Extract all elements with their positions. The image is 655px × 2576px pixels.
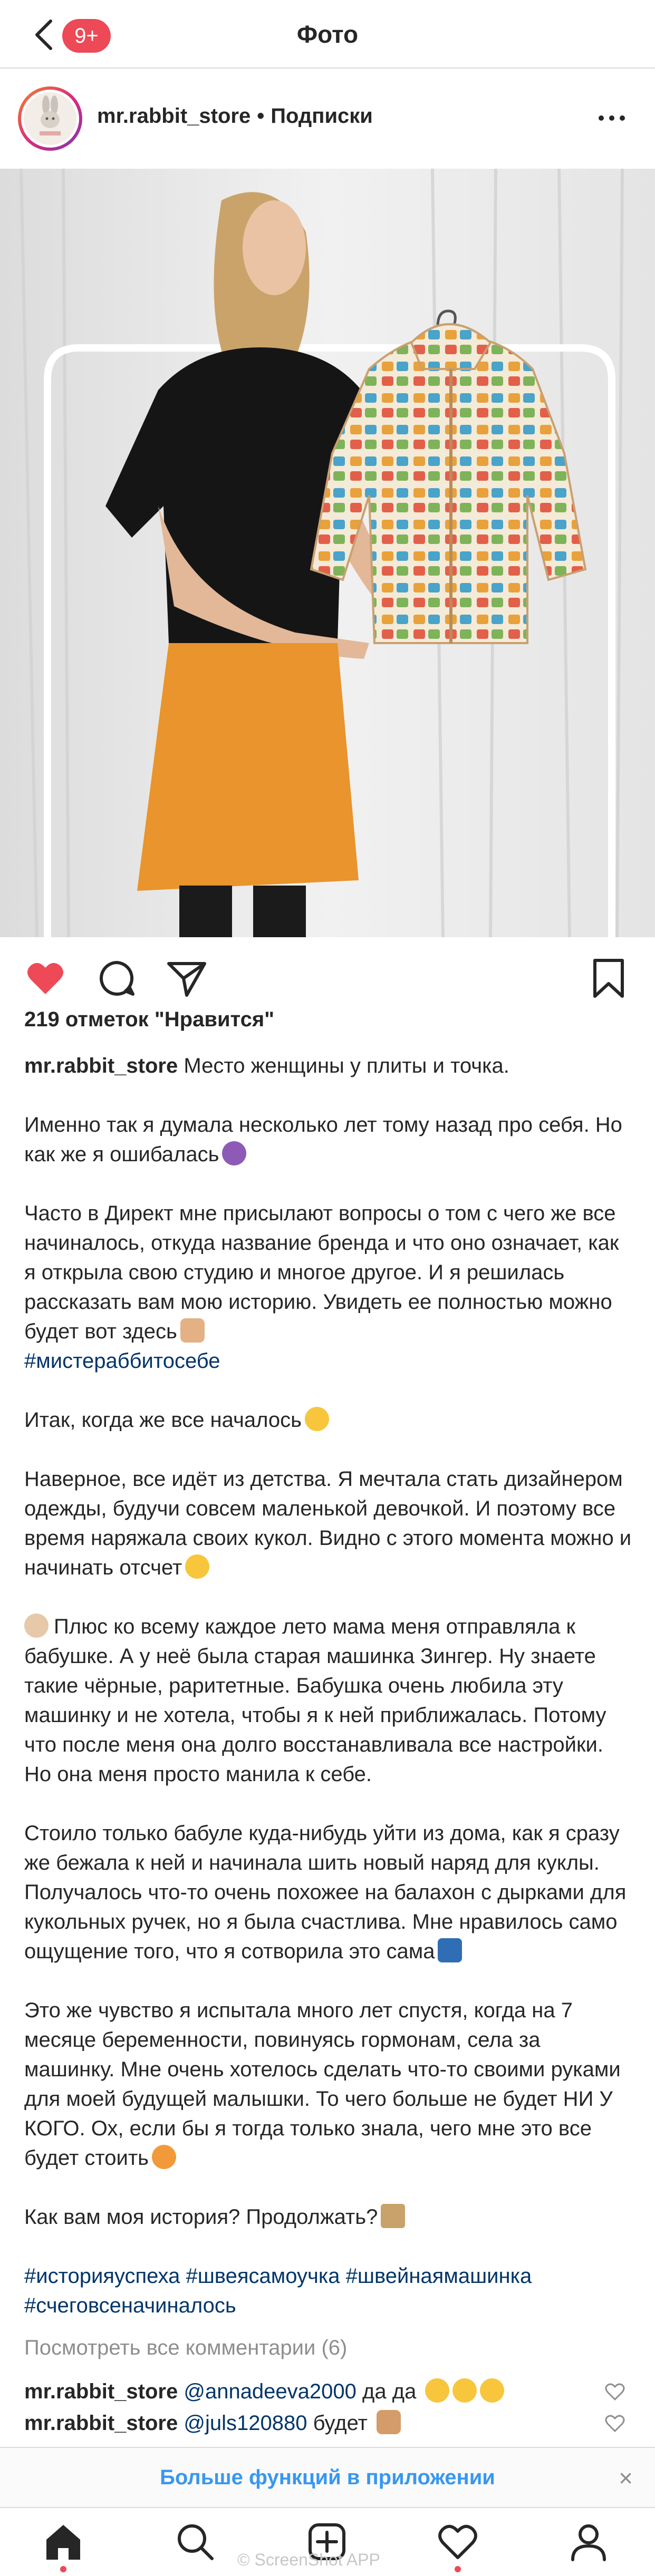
post-header: mr.rabbit_store • Подписки [0, 69, 655, 169]
follow-status-button[interactable]: Подписки [271, 104, 373, 128]
view-all-comments-link[interactable]: Посмотреть все комментарии (6) [24, 2336, 347, 2360]
heart-outline-icon[interactable] [437, 2521, 479, 2563]
thread-spool-emoji-icon [438, 1938, 463, 1962]
top-navigation-bar: 9+ Фото [0, 0, 655, 69]
comment-row: mr.rabbit_store @juls120880 будет [24, 2410, 604, 2435]
post-author-line: mr.rabbit_store • Подписки [97, 104, 373, 128]
caption-paragraph: Часто в Директ мне присылают вопросы о т… [24, 1199, 636, 1376]
caption-paragraph: Стоило только бабуле куда-нибудь уйти из… [24, 1819, 636, 1966]
pointing-hand-emoji-icon [180, 1318, 205, 1343]
grandma-emoji-icon [24, 1613, 49, 1638]
home-icon[interactable] [42, 2521, 84, 2563]
open-in-app-banner: Больше функций в приложении × [0, 2447, 655, 2507]
separator-dot: • [257, 104, 265, 128]
activity-notification-dot [455, 2566, 461, 2572]
laughing-emoji-icon [480, 2378, 505, 2403]
caption-text: Это же чувство я испытала много лет спус… [24, 1999, 621, 2170]
scroll-emoji-icon [381, 2204, 406, 2228]
caption-paragraph: Именно так я думала несколько лет тому н… [24, 1110, 636, 1169]
caption-text: Плюс ко всему каждое лето мама меня отпр… [24, 1615, 606, 1786]
caption-paragraph: Как вам моя история? Продолжать? [24, 2202, 636, 2232]
post-photo[interactable] [0, 169, 655, 937]
shrug-emoji-icon [222, 1141, 247, 1165]
caption-paragraph: Итак, когда же все началось [24, 1405, 636, 1435]
caption-text: Часто в Директ мне присылают вопросы о т… [24, 1202, 619, 1343]
comment-like-icon[interactable] [604, 2383, 625, 2402]
bookmark-icon[interactable] [587, 957, 630, 999]
comment-mention[interactable]: @annadeeva2000 [184, 2380, 357, 2403]
comment-username[interactable]: mr.rabbit_store [24, 2380, 178, 2403]
screenshot-watermark: © ScreenShot APP [237, 2550, 380, 2569]
post-caption: mr.rabbit_store Место женщины у плиты и … [24, 1051, 636, 2320]
caption-text: Наверное, все идёт из детства. Я мечтала… [24, 1467, 632, 1579]
caption-paragraph: Наверное, все идёт из детства. Я мечтала… [24, 1464, 636, 1582]
profile-icon[interactable] [567, 2521, 610, 2563]
caption-paragraph: Плюс ко всему каждое лето мама меня отпр… [24, 1612, 636, 1789]
rabbit-logo-icon [24, 92, 76, 145]
comment-text: да да [362, 2380, 417, 2403]
caption-text: Как вам моя история? Продолжать? [24, 2205, 378, 2229]
caption-text: Место женщины у плиты и точка. [184, 1054, 509, 1077]
caption-hashtags: #историяуспеха #швеясамоучка #швейнаямаш… [24, 2261, 636, 2320]
avatar[interactable] [18, 86, 82, 151]
caption-paragraph: Это же чувство я испытала много лет спус… [24, 1996, 636, 2173]
laughing-emoji-icon [425, 2378, 450, 2403]
caption-text: Именно так я думала несколько лет тому н… [24, 1113, 622, 1166]
username-link[interactable]: mr.rabbit_store [97, 104, 251, 128]
comment-mention[interactable]: @juls120880 [184, 2412, 307, 2435]
caption-first-line: mr.rabbit_store Место женщины у плиты и … [24, 1051, 636, 1081]
caption-text: Итак, когда же все началось [24, 1408, 302, 1432]
post-actions [0, 937, 655, 1016]
caption-text: Стоило только бабуле куда-нибудь уйти из… [24, 1822, 627, 1963]
open-app-link[interactable]: Больше функций в приложении [0, 2466, 655, 2490]
comment-row: mr.rabbit_store @annadeeva2000 да да [24, 2378, 604, 2404]
winking-emoji-icon [185, 1554, 210, 1579]
more-dots-icon[interactable] [596, 108, 628, 129]
search-icon[interactable] [174, 2521, 216, 2563]
ok-hand-emoji-icon [376, 2410, 401, 2434]
page-title: Фото [296, 21, 359, 48]
caption-username[interactable]: mr.rabbit_store [24, 1054, 178, 1077]
likes-count[interactable]: 219 отметок "Нравится" [24, 1008, 274, 1032]
thinking-emoji-icon [304, 1407, 329, 1431]
close-icon[interactable]: × [619, 2464, 633, 2492]
home-active-dot [60, 2566, 66, 2572]
hashtag-link[interactable]: #счеговсеначиналось [24, 2291, 636, 2320]
exploding-head-emoji-icon [152, 2145, 177, 2169]
laughing-emoji-icon [452, 2378, 477, 2403]
paper-plane-icon[interactable] [166, 957, 208, 999]
comment-username[interactable]: mr.rabbit_store [24, 2412, 178, 2435]
comment-like-icon[interactable] [604, 2414, 625, 2433]
post-photo-illustration [0, 169, 655, 937]
hashtag-link[interactable]: #историяуспеха #швеясамоучка #швейнаямаш… [24, 2261, 636, 2291]
hashtag-link[interactable]: #мистераббитосебе [24, 1349, 220, 1373]
heart-filled-icon[interactable] [24, 957, 66, 999]
comment-bubble-icon[interactable] [96, 957, 138, 999]
comment-text: будет [313, 2412, 368, 2435]
